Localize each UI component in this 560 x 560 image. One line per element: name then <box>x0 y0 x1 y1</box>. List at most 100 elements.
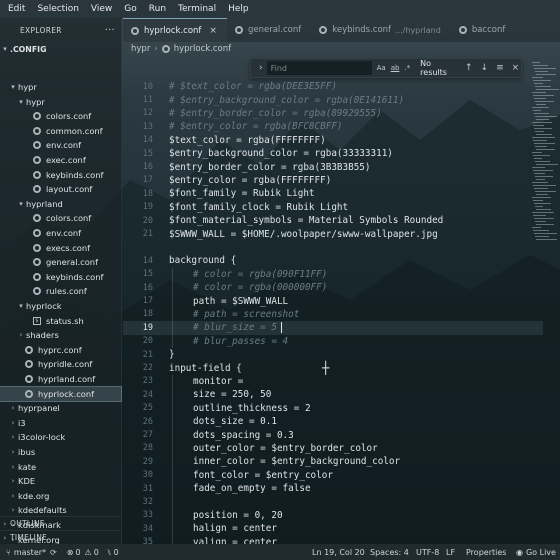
find-result: No results <box>420 59 447 77</box>
tree-file[interactable]: execs.conf <box>0 241 121 255</box>
breadcrumb-folder[interactable]: hypr <box>131 44 150 54</box>
line-number: 15 <box>142 269 153 280</box>
line-ending[interactable]: LF <box>446 548 455 557</box>
tree-folder[interactable]: ▾ hyprland <box>0 197 121 211</box>
tree-folder[interactable]: › KDE <box>0 474 121 488</box>
line-number: 34 <box>142 523 153 534</box>
tree-folder[interactable]: › i3color-lock <box>0 430 121 444</box>
tab-general-conf[interactable]: general.conf <box>227 18 311 42</box>
code-line: 15 # color = rgba(090F11FF) <box>123 268 543 281</box>
code-comment: # color = rgba(090F11FF) <box>193 268 328 280</box>
line-number: 27 <box>142 430 153 441</box>
tree-file[interactable]: hyprlock.conf <box>0 385 122 402</box>
ports-indicator[interactable]: ⑊ 0 <box>107 548 119 557</box>
tree-folder[interactable]: › shaders <box>0 328 121 342</box>
tree-folder[interactable]: › kde.org <box>0 489 121 503</box>
code-line: 17 path = $SWWW_WALL <box>123 294 543 307</box>
problems-indicator[interactable]: ⊗ 0 ⚠ 0 <box>67 548 99 557</box>
line-number: 14 <box>142 255 153 266</box>
close-find-button[interactable]: × <box>512 63 520 73</box>
toggle-replace-icon[interactable]: › <box>259 63 263 73</box>
minimap-line <box>532 197 551 198</box>
menu-go[interactable]: Go <box>118 0 142 18</box>
tree-folder[interactable]: ▾ hyprlock <box>0 299 121 313</box>
tree-file[interactable]: common.conf <box>0 124 121 138</box>
line-number: 14 <box>142 135 153 146</box>
gear-icon <box>24 359 34 369</box>
tree-file[interactable]: hypridle.conf <box>0 357 121 371</box>
minimap-line <box>534 203 551 204</box>
tab-hyprlock-conf[interactable]: hyprlock.conf × <box>123 18 227 42</box>
minimap-line <box>536 134 552 135</box>
code-line: 21} <box>123 348 543 361</box>
encoding[interactable]: UTF-8 <box>416 548 439 557</box>
tree-item-label: env.conf <box>46 140 82 151</box>
minimap-line <box>534 158 542 159</box>
indent-guide <box>172 267 173 348</box>
outline-label: OUTLINE <box>10 519 45 528</box>
menu-view[interactable]: View <box>85 0 118 18</box>
menu-help[interactable]: Help <box>222 0 255 18</box>
more-actions-icon[interactable]: ··· <box>105 25 115 36</box>
close-icon[interactable]: × <box>209 26 217 36</box>
branch-indicator[interactable]: ⑂ master* ⟳ <box>6 548 57 557</box>
tree-file[interactable]: env.conf <box>0 138 121 152</box>
match-case-button[interactable]: Aa <box>377 64 386 72</box>
line-number: 10 <box>142 81 153 92</box>
code-text: $entry_border_color = rgba(3B3B3B55) <box>169 161 371 173</box>
previous-match-button[interactable]: ↑ <box>465 63 473 73</box>
tree-folder[interactable]: › hyprpanel <box>0 401 121 415</box>
tree-file[interactable]: rules.conf <box>0 284 121 298</box>
language-mode[interactable]: Properties <box>466 548 506 557</box>
tree-file[interactable]: layout.conf <box>0 182 121 196</box>
tree-file[interactable]: hyprc.conf <box>0 343 121 357</box>
find-in-selection-button[interactable]: ≡ <box>496 63 504 73</box>
line-number: 13 <box>142 121 153 132</box>
tab-keybinds-conf[interactable]: keybinds.conf .../hyprland <box>311 18 451 42</box>
tree-file[interactable]: general.conf <box>0 255 121 269</box>
tree-folder[interactable]: › ibus <box>0 445 121 459</box>
tree-file[interactable]: colors.conf <box>0 211 121 225</box>
chevron-down-icon: ▾ <box>3 45 7 53</box>
indentation[interactable]: Spaces: 4 <box>370 548 409 557</box>
match-word-button[interactable]: ab <box>391 64 400 72</box>
chevron-right-icon: › <box>11 448 15 456</box>
gear-icon <box>234 26 243 34</box>
tree-file[interactable]: keybinds.conf <box>0 168 121 182</box>
chevron-right-icon: › <box>3 533 7 542</box>
tree-root[interactable]: ▾ .CONFIG <box>0 42 121 56</box>
outline-section[interactable]: › OUTLINE <box>0 516 121 530</box>
minimap-line <box>532 182 548 183</box>
tree-folder[interactable]: › i3 <box>0 416 121 430</box>
code-line: 19 $font_family_clock = Rubik Light <box>123 201 543 214</box>
menu-selection[interactable]: Selection <box>31 0 84 18</box>
code-editor[interactable]: 10 # $text_color = rgba(DEE3E5FF) 11 # $ent… <box>123 78 543 544</box>
tree-file[interactable]: keybinds.conf <box>0 270 121 284</box>
next-match-button[interactable]: ↓ <box>481 63 489 73</box>
menu-run[interactable]: Run <box>143 0 172 18</box>
tree-item-label: kde.org <box>18 490 50 501</box>
tree-file[interactable]: env.conf <box>0 226 121 240</box>
gear-icon <box>32 213 42 223</box>
tree-file[interactable]: hyprland.conf <box>0 372 121 386</box>
regex-button[interactable]: .* <box>404 64 410 72</box>
code-text: } <box>169 349 175 361</box>
tree-file[interactable]: exec.conf <box>0 153 121 167</box>
tree-folder[interactable]: ▾ hypr <box>0 95 121 109</box>
menu-edit[interactable]: Edit <box>2 0 31 18</box>
tree-file[interactable]: colors.conf <box>0 109 121 123</box>
gear-icon <box>32 286 42 296</box>
minimap-line <box>535 206 543 207</box>
minimap[interactable] <box>530 56 560 546</box>
breadcrumb-file[interactable]: hyprlock.conf <box>174 44 231 54</box>
cursor-position[interactable]: Ln 19, Col 20 <box>312 548 365 557</box>
timeline-section[interactable]: › TIMELINE <box>0 530 121 544</box>
find-input[interactable] <box>266 61 372 75</box>
tree-folder[interactable]: › kate <box>0 460 121 474</box>
tree-folder[interactable]: ▾ hypr <box>0 80 121 94</box>
tree-file[interactable]: $ status.sh <box>0 314 121 328</box>
menu-terminal[interactable]: Terminal <box>172 0 222 18</box>
tab-bacconf[interactable]: bacconf <box>451 18 516 42</box>
go-live-button[interactable]: ◉ Go Live <box>516 548 556 557</box>
minimap-line <box>535 161 550 162</box>
